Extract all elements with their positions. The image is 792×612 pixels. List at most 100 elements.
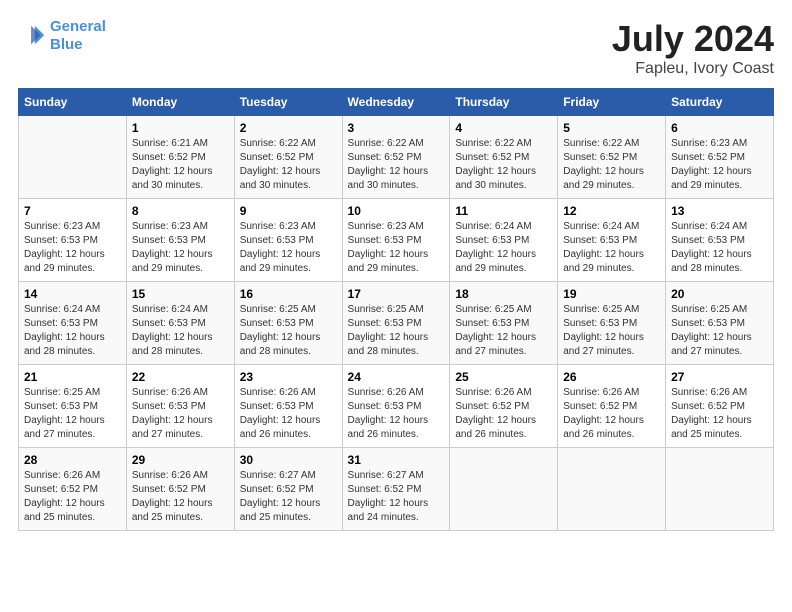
- day-info: Sunrise: 6:25 AMSunset: 6:53 PMDaylight:…: [671, 303, 768, 359]
- cell-1-4: 3 Sunrise: 6:22 AMSunset: 6:52 PMDaylight…: [342, 116, 450, 199]
- day-number: 6: [671, 121, 768, 135]
- day-info: Sunrise: 6:23 AMSunset: 6:53 PMDaylight:…: [240, 220, 337, 276]
- logo-general: General: [50, 18, 106, 35]
- day-number: 1: [132, 121, 229, 135]
- day-info: Sunrise: 6:26 AMSunset: 6:53 PMDaylight:…: [348, 386, 445, 442]
- day-info: Sunrise: 6:21 AMSunset: 6:52 PMDaylight:…: [132, 137, 229, 193]
- sub-title: Fapleu, Ivory Coast: [612, 60, 774, 78]
- week-row-3: 14 Sunrise: 6:24 AMSunset: 6:53 PMDayligh…: [19, 282, 774, 365]
- cell-5-7: [666, 448, 774, 531]
- cell-5-3: 30Sunrise: 6:27 AMSunset: 6:52 PMDayligh…: [234, 448, 342, 531]
- cell-4-5: 25Sunrise: 6:26 AMSunset: 6:52 PMDayligh…: [450, 365, 558, 448]
- day-info: Sunrise: 6:24 AMSunset: 6:53 PMDaylight:…: [132, 303, 229, 359]
- day-info: Sunrise: 6:23 AMSunset: 6:53 PMDaylight:…: [132, 220, 229, 276]
- day-number: 3: [348, 121, 445, 135]
- col-header-wednesday: Wednesday: [342, 89, 450, 116]
- cell-4-6: 26 Sunrise: 6:26 AMSunset: 6:52 PMDayligh…: [558, 365, 666, 448]
- calendar-table: SundayMondayTuesdayWednesdayThursdayFrid…: [18, 88, 774, 531]
- day-info: Sunrise: 6:27 AMSunset: 6:52 PMDaylight:…: [348, 469, 445, 525]
- day-number: 15: [132, 287, 229, 301]
- day-info: Sunrise: 6:24 AMSunset: 6:53 PMDaylight:…: [563, 220, 660, 276]
- title-block: July 2024 Fapleu, Ivory Coast: [612, 18, 774, 78]
- logo-blue: Blue: [50, 36, 83, 53]
- day-info: Sunrise: 6:23 AMSunset: 6:53 PMDaylight:…: [348, 220, 445, 276]
- day-info: Sunrise: 6:26 AMSunset: 6:52 PMDaylight:…: [132, 469, 229, 525]
- cell-5-2: 29 Sunrise: 6:26 AMSunset: 6:52 PMDayligh…: [126, 448, 234, 531]
- day-info: Sunrise: 6:26 AMSunset: 6:52 PMDaylight:…: [24, 469, 121, 525]
- day-info: Sunrise: 6:25 AMSunset: 6:53 PMDaylight:…: [240, 303, 337, 359]
- day-number: 9: [240, 204, 337, 218]
- day-number: 29: [132, 453, 229, 467]
- cell-4-4: 24 Sunrise: 6:26 AMSunset: 6:53 PMDayligh…: [342, 365, 450, 448]
- day-number: 31: [348, 453, 445, 467]
- day-number: 18: [455, 287, 552, 301]
- day-number: 2: [240, 121, 337, 135]
- day-info: Sunrise: 6:26 AMSunset: 6:52 PMDaylight:…: [563, 386, 660, 442]
- day-number: 11: [455, 204, 552, 218]
- logo-text: General Blue: [50, 18, 106, 54]
- day-number: 20: [671, 287, 768, 301]
- col-header-sunday: Sunday: [19, 89, 127, 116]
- day-number: 30: [240, 453, 337, 467]
- day-number: 5: [563, 121, 660, 135]
- day-number: 4: [455, 121, 552, 135]
- day-number: 13: [671, 204, 768, 218]
- header-row: SundayMondayTuesdayWednesdayThursdayFrid…: [19, 89, 774, 116]
- cell-1-6: 5 Sunrise: 6:22 AMSunset: 6:52 PMDaylight…: [558, 116, 666, 199]
- col-header-saturday: Saturday: [666, 89, 774, 116]
- day-info: Sunrise: 6:22 AMSunset: 6:52 PMDaylight:…: [563, 137, 660, 193]
- week-row-2: 7 Sunrise: 6:23 AMSunset: 6:53 PMDaylight…: [19, 199, 774, 282]
- day-info: Sunrise: 6:22 AMSunset: 6:52 PMDaylight:…: [348, 137, 445, 193]
- cell-5-1: 28Sunrise: 6:26 AMSunset: 6:52 PMDayligh…: [19, 448, 127, 531]
- week-row-4: 21 Sunrise: 6:25 AMSunset: 6:53 PMDayligh…: [19, 365, 774, 448]
- day-info: Sunrise: 6:23 AMSunset: 6:52 PMDaylight:…: [671, 137, 768, 193]
- day-info: Sunrise: 6:25 AMSunset: 6:53 PMDaylight:…: [348, 303, 445, 359]
- cell-3-6: 19 Sunrise: 6:25 AMSunset: 6:53 PMDayligh…: [558, 282, 666, 365]
- day-number: 21: [24, 370, 121, 384]
- cell-4-1: 21 Sunrise: 6:25 AMSunset: 6:53 PMDayligh…: [19, 365, 127, 448]
- cell-5-4: 31 Sunrise: 6:27 AMSunset: 6:52 PMDayligh…: [342, 448, 450, 531]
- col-header-tuesday: Tuesday: [234, 89, 342, 116]
- col-header-friday: Friday: [558, 89, 666, 116]
- day-info: Sunrise: 6:26 AMSunset: 6:53 PMDaylight:…: [132, 386, 229, 442]
- cell-4-7: 27Sunrise: 6:26 AMSunset: 6:52 PMDayligh…: [666, 365, 774, 448]
- header: General Blue July 2024 Fapleu, Ivory Coa…: [18, 18, 774, 78]
- day-number: 22: [132, 370, 229, 384]
- logo: General Blue: [18, 18, 106, 54]
- cell-1-2: 1 Sunrise: 6:21 AMSunset: 6:52 PMDaylight…: [126, 116, 234, 199]
- day-info: Sunrise: 6:23 AMSunset: 6:53 PMDaylight:…: [24, 220, 121, 276]
- cell-1-5: 4Sunrise: 6:22 AMSunset: 6:52 PMDaylight…: [450, 116, 558, 199]
- day-info: Sunrise: 6:25 AMSunset: 6:53 PMDaylight:…: [24, 386, 121, 442]
- day-number: 14: [24, 287, 121, 301]
- cell-1-1: [19, 116, 127, 199]
- cell-3-4: 17Sunrise: 6:25 AMSunset: 6:53 PMDayligh…: [342, 282, 450, 365]
- cell-4-2: 22 Sunrise: 6:26 AMSunset: 6:53 PMDayligh…: [126, 365, 234, 448]
- week-row-1: 1 Sunrise: 6:21 AMSunset: 6:52 PMDaylight…: [19, 116, 774, 199]
- cell-1-3: 2Sunrise: 6:22 AMSunset: 6:52 PMDaylight…: [234, 116, 342, 199]
- cell-2-1: 7 Sunrise: 6:23 AMSunset: 6:53 PMDaylight…: [19, 199, 127, 282]
- day-number: 7: [24, 204, 121, 218]
- day-number: 23: [240, 370, 337, 384]
- col-header-thursday: Thursday: [450, 89, 558, 116]
- cell-3-3: 16 Sunrise: 6:25 AMSunset: 6:53 PMDayligh…: [234, 282, 342, 365]
- cell-5-5: [450, 448, 558, 531]
- day-number: 16: [240, 287, 337, 301]
- day-number: 19: [563, 287, 660, 301]
- day-info: Sunrise: 6:24 AMSunset: 6:53 PMDaylight:…: [24, 303, 121, 359]
- col-header-monday: Monday: [126, 89, 234, 116]
- day-number: 25: [455, 370, 552, 384]
- day-info: Sunrise: 6:25 AMSunset: 6:53 PMDaylight:…: [563, 303, 660, 359]
- cell-5-6: [558, 448, 666, 531]
- day-info: Sunrise: 6:26 AMSunset: 6:52 PMDaylight:…: [671, 386, 768, 442]
- cell-4-3: 23 Sunrise: 6:26 AMSunset: 6:53 PMDayligh…: [234, 365, 342, 448]
- day-number: 8: [132, 204, 229, 218]
- day-number: 26: [563, 370, 660, 384]
- day-info: Sunrise: 6:26 AMSunset: 6:53 PMDaylight:…: [240, 386, 337, 442]
- day-number: 12: [563, 204, 660, 218]
- cell-2-6: 12 Sunrise: 6:24 AMSunset: 6:53 PMDayligh…: [558, 199, 666, 282]
- day-info: Sunrise: 6:24 AMSunset: 6:53 PMDaylight:…: [671, 220, 768, 276]
- page: General Blue July 2024 Fapleu, Ivory Coa…: [0, 0, 792, 612]
- week-row-5: 28Sunrise: 6:26 AMSunset: 6:52 PMDayligh…: [19, 448, 774, 531]
- cell-2-4: 10Sunrise: 6:23 AMSunset: 6:53 PMDayligh…: [342, 199, 450, 282]
- day-number: 24: [348, 370, 445, 384]
